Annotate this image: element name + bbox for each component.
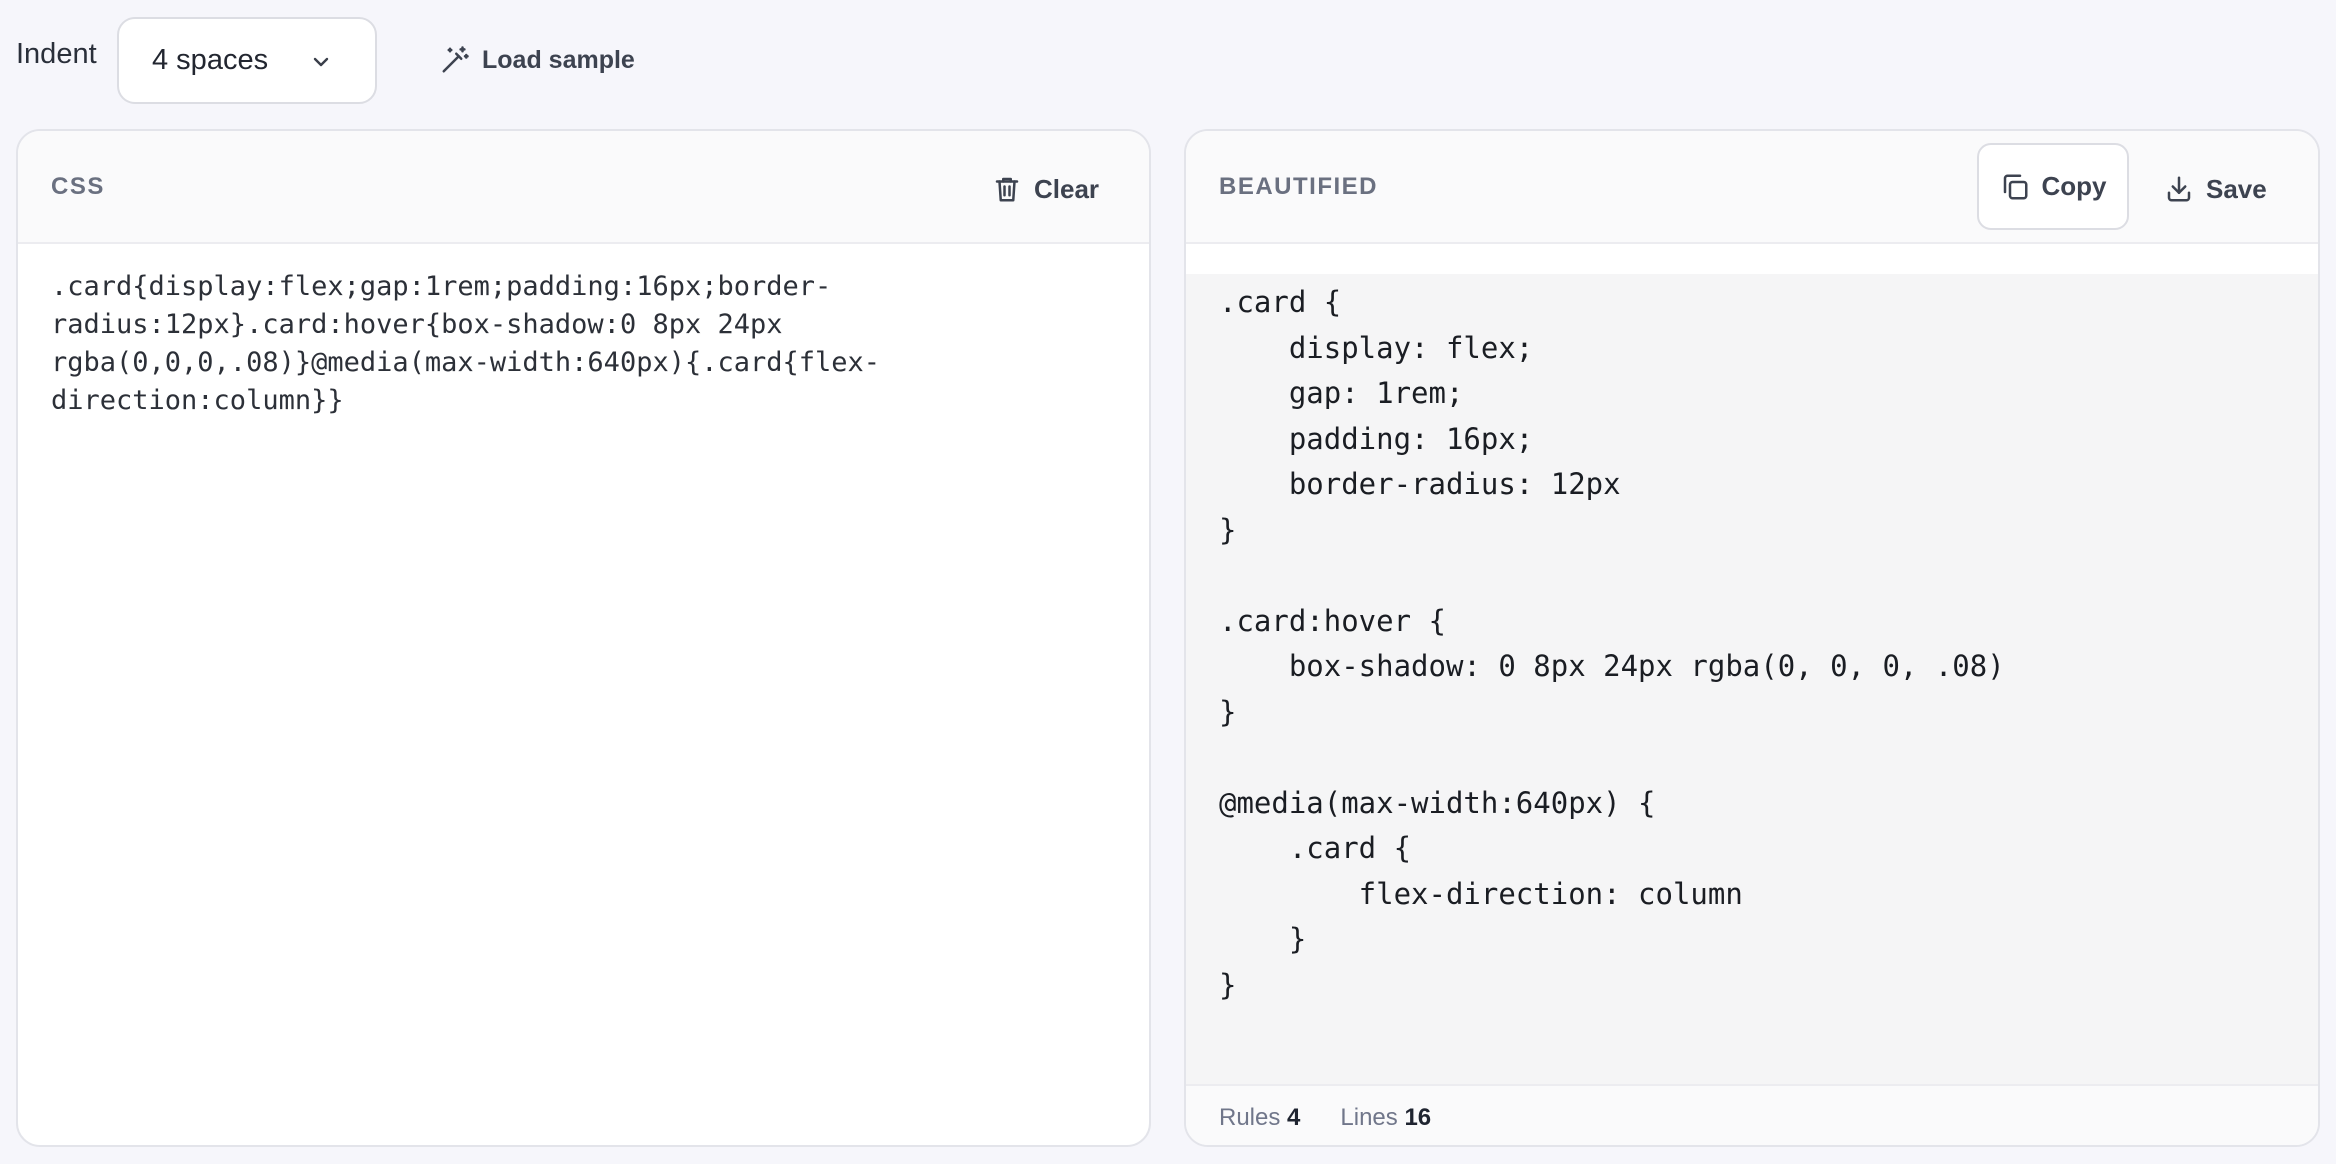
copy-icon — [2003, 174, 2027, 199]
rules-label: Rules — [1219, 1103, 1281, 1131]
toolbar: Indent 4 spaces Load sample — [0, 0, 2336, 120]
indent-label: Indent — [16, 38, 97, 70]
rules-count: Rules 4 — [1219, 1104, 1300, 1132]
css-input-editor[interactable]: .card{display:flex;gap:1rem;padding:16px… — [51, 268, 1111, 420]
lines-value: 16 — [1404, 1103, 1432, 1131]
load-sample-label: Load sample — [482, 45, 635, 74]
beautified-panel-title: BEAUTIFIED — [1219, 173, 1378, 200]
download-icon — [2167, 176, 2191, 202]
css-input-panel: CSS Clear .card{display:flex;gap:1rem;pa… — [16, 129, 1151, 1147]
beautified-panel-header: BEAUTIFIED Copy Save — [1186, 131, 2318, 244]
beautified-output-panel: BEAUTIFIED Copy Save .card { display: fl… — [1184, 129, 2320, 1147]
indent-select-value: 4 spaces — [152, 44, 269, 76]
status-bar: Rules 4 Lines 16 — [1186, 1084, 2318, 1145]
trash-icon — [995, 177, 1019, 202]
chevron-down-icon — [313, 57, 329, 67]
save-label: Save — [2206, 173, 2267, 204]
css-panel-header: CSS Clear — [18, 131, 1149, 244]
load-sample-button[interactable]: Load sample — [440, 38, 635, 82]
rules-value: 4 — [1287, 1103, 1301, 1131]
clear-label: Clear — [1034, 173, 1100, 204]
indent-select[interactable]: 4 spaces — [117, 17, 377, 104]
save-button[interactable]: Save — [2164, 167, 2267, 211]
lines-count: Lines 16 — [1340, 1104, 1431, 1132]
beautified-output-code: .card { display: flex; gap: 1rem; paddin… — [1219, 285, 2005, 1002]
clear-button[interactable]: Clear — [992, 167, 1099, 211]
css-panel-title: CSS — [51, 173, 105, 200]
copy-label: Copy — [2041, 171, 2107, 201]
magic-wand-icon — [442, 46, 469, 73]
lines-label: Lines — [1340, 1103, 1398, 1131]
copy-button[interactable]: Copy — [1977, 143, 2129, 230]
